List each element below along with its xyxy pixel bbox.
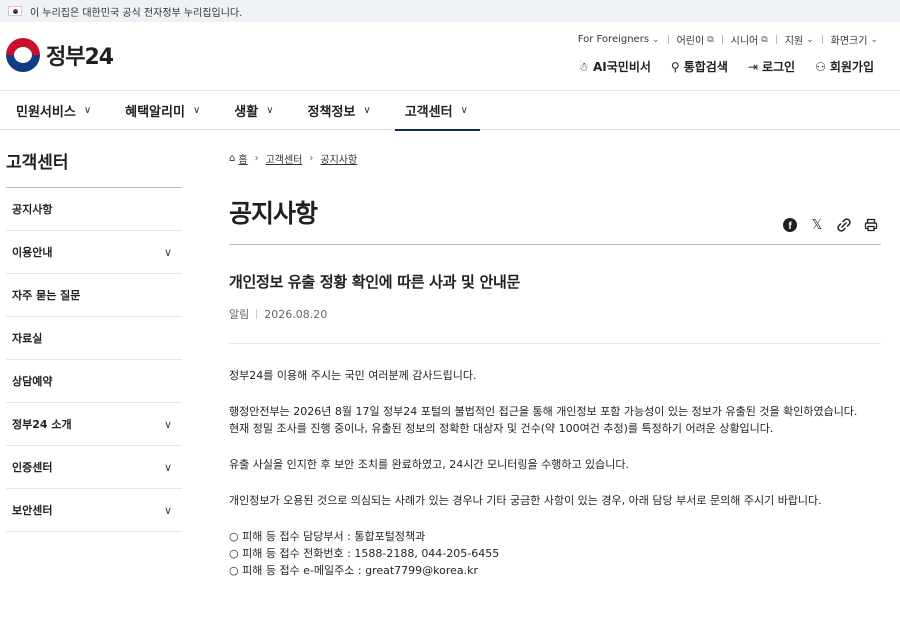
util-link-screen-size[interactable]: 화면크기 ⌄ bbox=[831, 32, 878, 48]
login-link[interactable]: ⇥ 로그인 bbox=[748, 58, 795, 75]
page-title-row: 공지사항 f 𝕏 bbox=[229, 168, 881, 245]
sidebar-item-about[interactable]: 정부24 소개 ∨ bbox=[6, 403, 182, 446]
chevron-down-icon: ∨ bbox=[192, 104, 201, 116]
chevron-down-icon: ∨ bbox=[460, 104, 468, 116]
util-link-senior[interactable]: 시니어 ⧉ bbox=[731, 32, 768, 48]
notice-date: 2026.08.20 bbox=[264, 307, 328, 321]
contact-phone: ○ 피해 등 접수 전화번호 : 1588-2188, 044-205-6455 bbox=[229, 547, 500, 560]
chevron-down-icon: ∨ bbox=[163, 417, 172, 431]
breadcrumb: ⌂ 홈 › 고객센터 › 공지사항 bbox=[229, 148, 881, 168]
notice-paragraph: 개인정보가 오용된 것으로 의심되는 사례가 있는 경우나 기타 궁금한 사항이… bbox=[229, 494, 822, 507]
util-link-support[interactable]: 지원 ⌄ bbox=[785, 32, 814, 48]
sidebar-title: 고객센터 bbox=[6, 148, 182, 188]
gnb-item-benefits[interactable]: 혜택알리미 ∨ bbox=[125, 90, 200, 130]
chevron-down-icon: ∨ bbox=[363, 104, 371, 116]
contact-email: ○ 피해 등 접수 e-메일주소 : great7799@korea.kr bbox=[229, 564, 479, 577]
chevron-down-icon: ∨ bbox=[83, 104, 92, 116]
x-icon[interactable]: 𝕏 bbox=[809, 217, 825, 233]
contact-list: ○ 피해 등 접수 담당부서 : 통합포털정책과 ○ 피해 등 접수 전화번호 … bbox=[229, 528, 881, 579]
breadcrumb-home[interactable]: 홈 bbox=[238, 151, 247, 166]
chevron-down-icon: ∨ bbox=[163, 245, 172, 259]
link-icon[interactable] bbox=[836, 217, 852, 233]
gnb-item-civil-service[interactable]: 민원서비스 ∨ bbox=[16, 90, 91, 130]
sidebar-item-auth-center[interactable]: 인증센터 ∨ bbox=[6, 446, 182, 489]
notice-paragraph: 현재 정밀 조사를 진행 중이나, 유출된 정보의 정확한 대상자 및 건수(약… bbox=[229, 422, 774, 435]
chevron-down-icon: ∨ bbox=[163, 503, 172, 517]
sidebar-item-notice[interactable]: 공지사항 bbox=[6, 188, 182, 231]
logo-text: 정부24 bbox=[46, 45, 114, 70]
gov-emblem-icon bbox=[6, 38, 40, 72]
search-link[interactable]: ⚲ 통합검색 bbox=[671, 58, 728, 75]
utility-links: For Foreigners ⌄ 어린이 ⧉ 시니어 ⧉ 지원 ⌄ 화면크기 ⌄ bbox=[578, 32, 878, 47]
page-title: 공지사항 bbox=[229, 199, 318, 228]
chevron-down-icon: ∨ bbox=[163, 460, 172, 474]
chevron-right-icon: › bbox=[309, 152, 314, 164]
header-main-links: ☃ AI국민비서 ⚲ 통합검색 ⇥ 로그인 ⚇ 회원가입 bbox=[558, 58, 874, 75]
chevron-down-icon: ⌄ bbox=[870, 34, 878, 45]
ai-assistant-icon: ☃ bbox=[578, 59, 589, 74]
facebook-icon[interactable]: f bbox=[782, 217, 798, 233]
gnb-item-policy[interactable]: 정책정보 ∨ bbox=[308, 90, 371, 130]
site-header: 정부24 For Foreigners ⌄ 어린이 ⧉ 시니어 ⧉ 지원 ⌄ 화면크기 ⌄… bbox=[0, 22, 900, 90]
contact-department: ○ 피해 등 접수 담당부서 : 통합포털정책과 bbox=[229, 530, 426, 543]
gnb-item-customer-center[interactable]: 고객센터 ∨ bbox=[394, 90, 481, 131]
chevron-right-icon: › bbox=[254, 152, 259, 164]
search-icon: ⚲ bbox=[670, 59, 680, 74]
notice-meta: 알림 2026.08.20 bbox=[229, 306, 881, 344]
notice-paragraph: 정부24를 이용해 주시는 국민 여러분께 감사드립니다. bbox=[229, 369, 477, 382]
sidebar-item-resources[interactable]: 자료실 bbox=[6, 317, 182, 360]
util-link-kids[interactable]: 어린이 ⧉ bbox=[677, 32, 714, 48]
util-link-foreigners[interactable]: For Foreigners ⌄ bbox=[578, 34, 660, 45]
print-icon[interactable] bbox=[863, 217, 879, 233]
external-link-icon: ⧉ bbox=[761, 34, 768, 45]
korea-flag-icon bbox=[8, 6, 22, 16]
gnb-item-life[interactable]: 생활 ∨ bbox=[234, 90, 273, 130]
chevron-down-icon: ∨ bbox=[266, 104, 274, 116]
sidebar-item-guide[interactable]: 이용안내 ∨ bbox=[6, 231, 182, 274]
signup-link[interactable]: ⚇ 회원가입 bbox=[815, 58, 874, 75]
ai-assistant-link[interactable]: ☃ AI국민비서 bbox=[578, 58, 651, 75]
breadcrumb-notice[interactable]: 공지사항 bbox=[320, 151, 357, 166]
home-icon: ⌂ bbox=[229, 152, 236, 164]
main-content: ⌂ 홈 › 고객센터 › 공지사항 공지사항 f 𝕏 개인정보 유출 정황 확인… bbox=[229, 148, 881, 579]
login-icon: ⇥ bbox=[747, 59, 758, 74]
sidebar-item-security-center[interactable]: 보안센터 ∨ bbox=[6, 489, 182, 532]
global-nav: 민원서비스 ∨ 혜택알리미 ∨ 생활 ∨ 정책정보 ∨ 고객센터 ∨ bbox=[0, 90, 900, 131]
chevron-down-icon: ⌄ bbox=[806, 34, 814, 45]
sidebar-item-consultation[interactable]: 상담예약 bbox=[6, 360, 182, 403]
notice-paragraph: 행정안전부는 2026년 8월 17일 정부24 포털의 불법적인 접근을 통해… bbox=[229, 405, 858, 418]
share-toolbar: f 𝕏 bbox=[771, 217, 879, 233]
notice-title: 개인정보 유출 정황 확인에 따른 사과 및 안내문 bbox=[229, 273, 520, 291]
sidebar: 고객센터 공지사항 이용안내 ∨ 자주 묻는 질문 자료실 상담예약 정부24 소… bbox=[6, 148, 182, 532]
site-logo[interactable]: 정부24 bbox=[6, 38, 114, 72]
notice-body: 정부24를 이용해 주시는 국민 여러분께 감사드립니다. 행정안전부는 202… bbox=[229, 367, 881, 579]
notice-paragraph: 유출 사실을 인지한 후 보안 조치를 완료하였고, 24시간 모니터링을 수행… bbox=[229, 458, 630, 471]
sidebar-item-faq[interactable]: 자주 묻는 질문 bbox=[6, 274, 182, 317]
gov-banner-text: 이 누리집은 대한민국 공식 전자정부 누리집입니다. bbox=[30, 7, 243, 19]
external-link-icon: ⧉ bbox=[707, 34, 714, 45]
breadcrumb-customer-center[interactable]: 고객센터 bbox=[266, 151, 303, 166]
notice-category: 알림 bbox=[229, 308, 250, 321]
gov-official-banner: 이 누리집은 대한민국 공식 전자정부 누리집입니다. bbox=[0, 0, 900, 22]
chevron-down-icon: ⌄ bbox=[652, 34, 660, 45]
signup-icon: ⚇ bbox=[815, 59, 826, 74]
